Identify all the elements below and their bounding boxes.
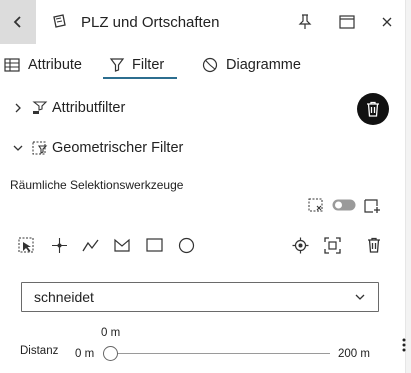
tab-attribute[interactable]: Attribute bbox=[4, 52, 82, 78]
locate-icon bbox=[292, 237, 308, 253]
spatial-tools-heading: Räumliche Selektionswerkzeuge bbox=[10, 178, 184, 192]
circle-tool[interactable] bbox=[177, 236, 195, 254]
point-icon bbox=[51, 237, 67, 253]
trash-icon bbox=[367, 101, 379, 117]
add-to-selection-icon[interactable] bbox=[364, 197, 382, 213]
distance-slider[interactable] bbox=[103, 345, 330, 363]
delete-all-filters-button[interactable] bbox=[357, 93, 389, 125]
distance-label: Distanz bbox=[20, 345, 59, 357]
geometric-filter-header[interactable]: Geometrischer Filter bbox=[13, 140, 183, 156]
polygon-tool[interactable] bbox=[113, 236, 131, 254]
table-icon bbox=[4, 58, 20, 72]
line-tool[interactable] bbox=[82, 236, 100, 254]
tab-label: Diagramme bbox=[226, 57, 301, 73]
active-tab-indicator bbox=[103, 77, 177, 79]
close-button[interactable] bbox=[377, 12, 397, 32]
operator-select[interactable]: schneidet bbox=[21, 282, 379, 312]
tab-filter[interactable]: Filter bbox=[109, 52, 165, 78]
maximize-button[interactable] bbox=[337, 12, 357, 32]
tab-label: Attribute bbox=[28, 57, 82, 73]
geometric-filter-label: Geometrischer Filter bbox=[52, 140, 184, 156]
chevron-down-icon bbox=[355, 294, 365, 300]
close-icon bbox=[382, 17, 392, 27]
tab-diagramme[interactable]: Diagramme bbox=[202, 52, 301, 78]
chart-icon bbox=[202, 57, 218, 73]
point-tool[interactable] bbox=[50, 236, 68, 254]
chevron-down-icon bbox=[13, 145, 23, 151]
funnel-icon bbox=[109, 58, 125, 72]
attribute-filter-label: Attributfilter bbox=[52, 100, 126, 116]
select-features-icon bbox=[18, 237, 33, 252]
pin-button[interactable] bbox=[295, 12, 315, 32]
trash-icon bbox=[368, 237, 380, 253]
operator-value: schneidet bbox=[34, 289, 94, 305]
maximize-icon bbox=[339, 15, 355, 29]
delete-geometry-button[interactable] bbox=[365, 236, 383, 254]
line-icon bbox=[82, 239, 99, 251]
rectangle-icon bbox=[145, 238, 163, 252]
rectangle-tool[interactable] bbox=[145, 236, 163, 254]
attribute-filter-icon bbox=[32, 101, 48, 114]
distance-min-label: 0 m bbox=[75, 348, 95, 360]
zoom-to-extent-button[interactable] bbox=[323, 236, 341, 254]
circle-icon bbox=[178, 237, 194, 253]
chevron-right-icon bbox=[15, 103, 21, 113]
geometric-filter-icon bbox=[32, 141, 48, 155]
side-scrollbar[interactable] bbox=[405, 0, 411, 373]
pin-icon bbox=[298, 14, 312, 29]
new-selection-icon[interactable] bbox=[308, 198, 324, 212]
locate-button[interactable] bbox=[291, 236, 309, 254]
more-options-icon[interactable] bbox=[402, 338, 406, 352]
layer-icon bbox=[51, 13, 68, 30]
extent-icon bbox=[323, 236, 341, 254]
back-arrow-icon bbox=[13, 16, 21, 28]
distance-current-value: 0 m bbox=[101, 327, 121, 339]
slider-thumb[interactable] bbox=[103, 346, 118, 361]
attribute-filter-header[interactable]: Attributfilter bbox=[13, 100, 125, 116]
selection-mode-toggle[interactable] bbox=[332, 199, 356, 211]
back-button[interactable] bbox=[0, 0, 36, 44]
slider-track bbox=[110, 353, 330, 354]
polygon-icon bbox=[113, 238, 130, 252]
panel-title: PLZ und Ortschaften bbox=[81, 14, 220, 31]
distance-max-label: 200 m bbox=[338, 348, 370, 360]
select-features-tool[interactable] bbox=[17, 236, 35, 254]
tab-label: Filter bbox=[132, 57, 165, 73]
